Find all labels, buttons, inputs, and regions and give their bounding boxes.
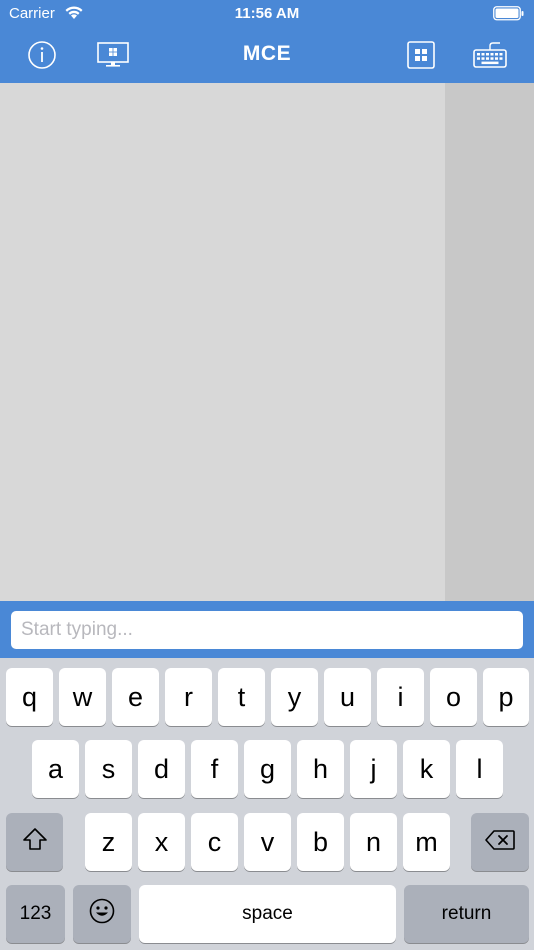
emoji-icon — [88, 897, 116, 932]
key-y[interactable]: y — [271, 668, 318, 726]
space-key[interactable]: space — [139, 885, 396, 943]
navigation-bar: MCE — [0, 28, 534, 83]
key-k[interactable]: k — [403, 740, 450, 798]
key-u[interactable]: u — [324, 668, 371, 726]
key-m[interactable]: m — [403, 813, 450, 871]
key-f[interactable]: f — [191, 740, 238, 798]
key-i[interactable]: i — [377, 668, 424, 726]
shift-icon — [22, 827, 48, 858]
key-s[interactable]: s — [85, 740, 132, 798]
key-c[interactable]: c — [191, 813, 238, 871]
side-panel — [445, 83, 534, 601]
key-h[interactable]: h — [297, 740, 344, 798]
return-key[interactable]: return — [404, 885, 529, 943]
key-q[interactable]: q — [6, 668, 53, 726]
battery-icon — [493, 6, 525, 25]
key-v[interactable]: v — [244, 813, 291, 871]
backspace-key[interactable] — [471, 813, 529, 871]
status-bar: Carrier 11:56 AM — [0, 0, 534, 28]
grid-icon[interactable] — [403, 38, 439, 72]
key-x[interactable]: x — [138, 813, 185, 871]
key-r[interactable]: r — [165, 668, 212, 726]
main-content-area — [0, 83, 534, 601]
shift-key[interactable] — [6, 813, 63, 871]
emoji-key[interactable] — [73, 885, 131, 943]
key-p[interactable]: p — [483, 668, 529, 726]
key-w[interactable]: w — [59, 668, 106, 726]
keyboard-icon[interactable] — [472, 38, 508, 72]
key-n[interactable]: n — [350, 813, 397, 871]
key-t[interactable]: t — [218, 668, 265, 726]
page-title: MCE — [242, 42, 292, 65]
input-bar — [0, 601, 534, 658]
key-g[interactable]: g — [244, 740, 291, 798]
typing-input[interactable] — [11, 611, 523, 649]
top-bar: Carrier 11:56 AM MCE — [0, 0, 534, 83]
key-e[interactable]: e — [112, 668, 159, 726]
status-time: 11:56 AM — [234, 5, 300, 22]
key-a[interactable]: a — [32, 740, 79, 798]
key-b[interactable]: b — [297, 813, 344, 871]
numbers-key[interactable]: 123 — [6, 885, 65, 943]
key-j[interactable]: j — [350, 740, 397, 798]
on-screen-keyboard: q w e r t y u i o p a s d f g h j k l z … — [0, 658, 534, 950]
backspace-icon — [484, 827, 516, 858]
key-d[interactable]: d — [138, 740, 185, 798]
key-o[interactable]: o — [430, 668, 477, 726]
key-l[interactable]: l — [456, 740, 503, 798]
key-z[interactable]: z — [85, 813, 132, 871]
